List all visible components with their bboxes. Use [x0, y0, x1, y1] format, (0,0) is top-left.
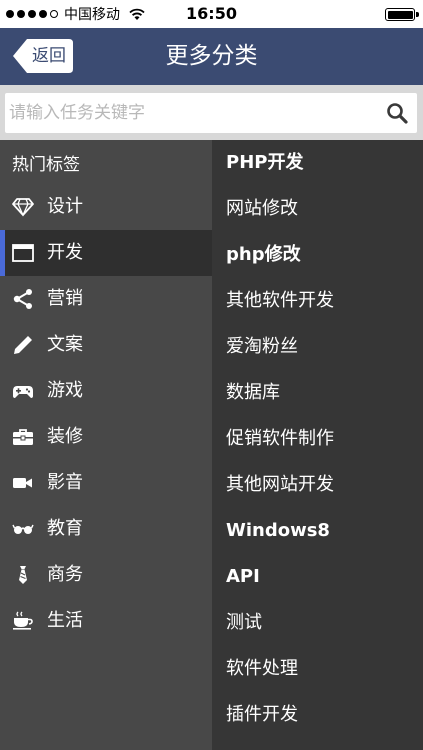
category-item-life[interactable]: 生活	[0, 598, 212, 644]
search-input[interactable]	[9, 93, 379, 133]
subcategory-item[interactable]: 爱淘粉丝	[226, 324, 416, 370]
search-area	[0, 85, 423, 140]
category-item-media[interactable]: 影音	[0, 460, 212, 506]
subcategory-item[interactable]: Windows8	[226, 508, 416, 554]
category-item-marketing[interactable]: 营销	[0, 276, 212, 322]
category-label: 教育	[47, 518, 83, 539]
category-label: 商务	[47, 564, 83, 585]
search-icon[interactable]	[386, 102, 408, 124]
browser-window-icon	[12, 244, 34, 262]
subcategory-item[interactable]: 软件处理	[226, 646, 416, 692]
back-button[interactable]: 返回	[13, 39, 73, 73]
coffee-cup-icon	[13, 611, 33, 630]
subcategory-item[interactable]: 其他软件开发	[226, 278, 416, 324]
hot-tags-header: 热门标签	[12, 155, 80, 175]
category-item-development[interactable]: 开发	[0, 230, 212, 276]
glasses-icon	[12, 524, 34, 534]
category-item-business[interactable]: 商务	[0, 552, 212, 598]
subcategory-item[interactable]: php修改	[226, 232, 416, 278]
category-label: 影音	[47, 472, 83, 493]
category-sidebar: 热门标签 设计 开发 营销 文案 游戏 装修 影音 教育 商务 生活	[0, 140, 212, 750]
gamepad-icon	[13, 386, 33, 398]
subcategory-panel: PHP开发 网站修改 php修改 其他软件开发 爱淘粉丝 数据库 促销软件制作 …	[212, 140, 423, 750]
page-title: 更多分类	[165, 43, 258, 69]
subcategory-item[interactable]: 测试	[226, 600, 416, 646]
subcategory-item[interactable]: 插件开发	[226, 692, 416, 738]
share-icon	[13, 289, 32, 309]
category-item-games[interactable]: 游戏	[0, 368, 212, 414]
category-label: 游戏	[47, 380, 83, 401]
pencil-icon	[14, 336, 32, 354]
back-button-label: 返回	[32, 46, 66, 66]
category-label: 开发	[47, 242, 83, 263]
category-label: 生活	[47, 610, 83, 631]
category-item-education[interactable]: 教育	[0, 506, 212, 552]
subcategory-item[interactable]: API	[226, 554, 416, 600]
category-item-design[interactable]: 设计	[0, 184, 212, 230]
toolbox-icon	[13, 429, 33, 445]
video-camera-icon	[13, 478, 32, 488]
category-label: 装修	[47, 426, 83, 447]
subcategory-item[interactable]: 促销软件制作	[226, 416, 416, 462]
subcategory-item[interactable]: 数据库	[226, 370, 416, 416]
category-label: 营销	[47, 288, 83, 309]
subcategory-item[interactable]: 网站修改	[226, 186, 416, 232]
category-label: 文案	[47, 334, 83, 355]
status-bar: 中国移动 16:50	[0, 0, 423, 28]
navigation-bar: 返回 更多分类	[0, 28, 423, 85]
diamond-icon	[12, 198, 34, 217]
category-item-renovation[interactable]: 装修	[0, 414, 212, 460]
subcategory-item[interactable]: 其他网站开发	[226, 462, 416, 508]
battery-icon	[385, 8, 419, 21]
search-box	[5, 93, 417, 133]
subcategory-item[interactable]: PHP开发	[226, 140, 416, 186]
category-item-copywriting[interactable]: 文案	[0, 322, 212, 368]
necktie-icon	[19, 566, 27, 584]
category-label: 设计	[47, 196, 83, 217]
clock: 16:50	[186, 4, 237, 23]
